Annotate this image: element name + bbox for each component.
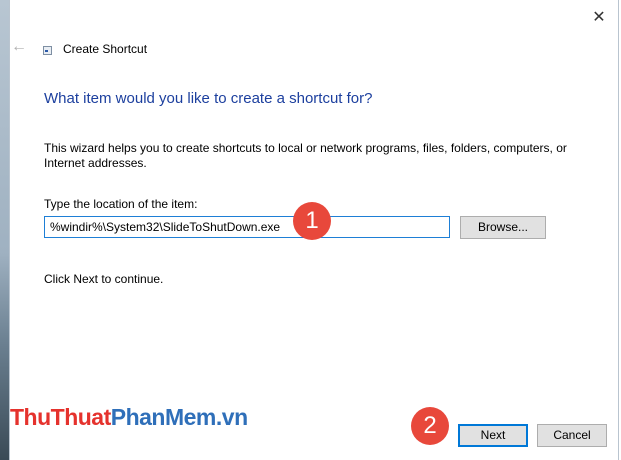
location-label: Type the location of the item:: [44, 197, 198, 211]
back-arrow-icon[interactable]: ←: [11, 38, 27, 56]
step-2-badge: 2: [411, 407, 449, 445]
close-icon[interactable]: ✕: [587, 6, 611, 30]
watermark-part1: ThuThuat: [10, 404, 111, 430]
wizard-description: This wizard helps you to create shortcut…: [44, 141, 567, 170]
dialog-title: Create Shortcut: [63, 42, 148, 56]
watermark-part3: .vn: [215, 404, 248, 430]
next-button[interactable]: Next: [458, 424, 528, 447]
watermark: ThuThuatPhanMem.vn: [10, 404, 248, 431]
browse-button[interactable]: Browse...: [460, 216, 546, 239]
step-1-badge: 1: [293, 202, 331, 240]
instruction-text: Click Next to continue.: [44, 272, 164, 286]
shortcut-icon: [43, 46, 52, 55]
page-heading: What item would you like to create a sho…: [44, 90, 373, 107]
watermark-part2: PhanMem: [110, 404, 217, 430]
cancel-button[interactable]: Cancel: [537, 424, 607, 447]
location-input[interactable]: [44, 216, 450, 238]
